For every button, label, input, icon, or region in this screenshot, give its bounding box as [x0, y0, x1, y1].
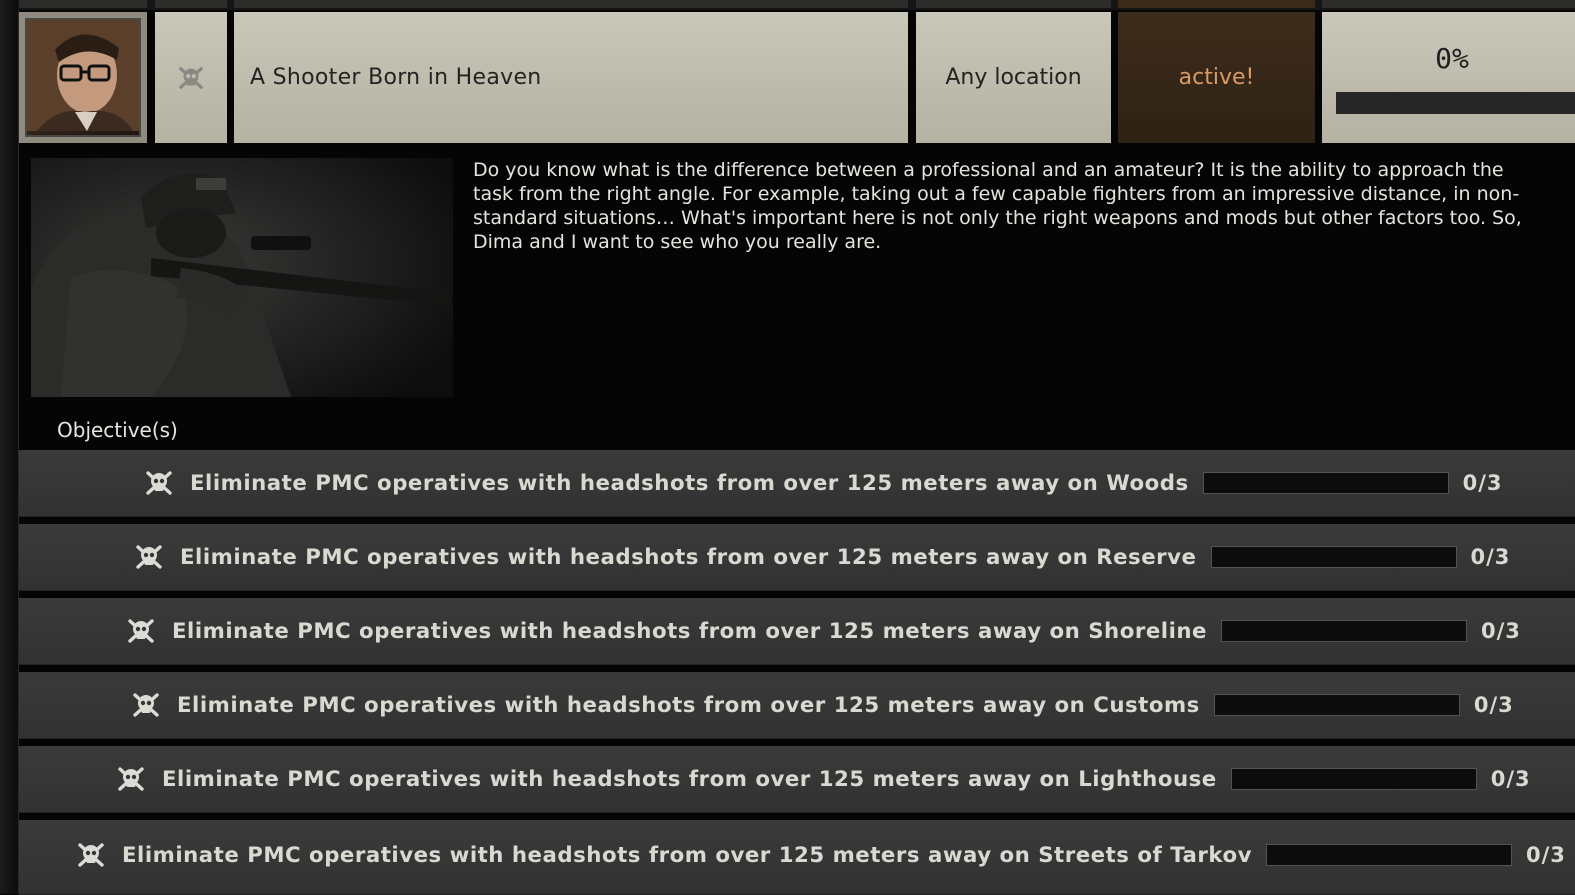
- objective-row: Eliminate PMC operatives with headshots …: [19, 820, 1575, 895]
- quest-progress-cell: 0%: [1322, 12, 1575, 143]
- objective-count: 0/3: [1525, 843, 1566, 867]
- trader-cell[interactable]: [19, 12, 147, 143]
- objective-count: 0/3: [1473, 693, 1514, 717]
- objective-text: Eliminate PMC operatives with headshots …: [180, 544, 1197, 570]
- quest-title: A Shooter Born in Heaven: [250, 65, 542, 90]
- skull-crossbones-icon: [118, 767, 144, 791]
- objective-count: 0/3: [1481, 619, 1521, 643]
- objectives-heading: Objective(s): [57, 418, 178, 442]
- skull-crossbones-icon: [146, 471, 172, 495]
- objective-text: Eliminate PMC operatives with headshots …: [122, 842, 1252, 868]
- skull-crossbones-icon: [133, 693, 159, 717]
- objective-progress-bar: [1265, 844, 1512, 866]
- quest-progress-bar: [1336, 92, 1575, 114]
- objective-text: Eliminate PMC operatives with headshots …: [162, 766, 1217, 792]
- objective-row: Eliminate PMC operatives with headshots …: [19, 672, 1575, 739]
- skull-crossbones-icon: [128, 619, 154, 643]
- objective-text: Eliminate PMC operatives with headshots …: [177, 692, 1200, 718]
- objective-progress-bar: [1213, 694, 1460, 716]
- quest-location-cell: Any location: [916, 12, 1111, 143]
- objective-row: Eliminate PMC operatives with headshots …: [19, 746, 1575, 813]
- skull-crossbones-icon: [179, 66, 203, 89]
- quest-status-cell: active!: [1118, 12, 1315, 143]
- quest-description: Do you know what is the difference betwe…: [473, 159, 1522, 253]
- objective-progress-bar: [1210, 546, 1457, 568]
- objective-progress-bar: [1221, 620, 1467, 642]
- objective-count: 0/3: [1462, 471, 1503, 495]
- objective-text: Eliminate PMC operatives with headshots …: [190, 470, 1189, 496]
- quest-progress-percent: 0%: [1435, 42, 1469, 75]
- trader-portrait: [25, 18, 141, 137]
- left-panel-edge: [0, 0, 19, 894]
- quest-type-cell: [155, 12, 227, 143]
- objective-row: Eliminate PMC operatives with headshots …: [19, 524, 1575, 591]
- skull-crossbones-icon: [136, 545, 162, 569]
- quest-title-cell[interactable]: A Shooter Born in Heaven: [234, 12, 908, 143]
- skull-crossbones-icon: [78, 843, 104, 867]
- objective-count: 0/3: [1490, 767, 1531, 791]
- objective-count: 0/3: [1470, 545, 1511, 569]
- quest-location: Any location: [945, 65, 1082, 90]
- quest-status: active!: [1178, 65, 1255, 90]
- objective-row: Eliminate PMC operatives with headshots …: [19, 598, 1575, 665]
- objective-row: Eliminate PMC operatives with headshots …: [19, 450, 1575, 517]
- objective-progress-bar: [1202, 472, 1449, 494]
- quest-image: [31, 158, 453, 397]
- objective-text: Eliminate PMC operatives with headshots …: [172, 618, 1207, 644]
- objective-progress-bar: [1230, 768, 1477, 790]
- previous-row-edge: [18, 0, 1575, 10]
